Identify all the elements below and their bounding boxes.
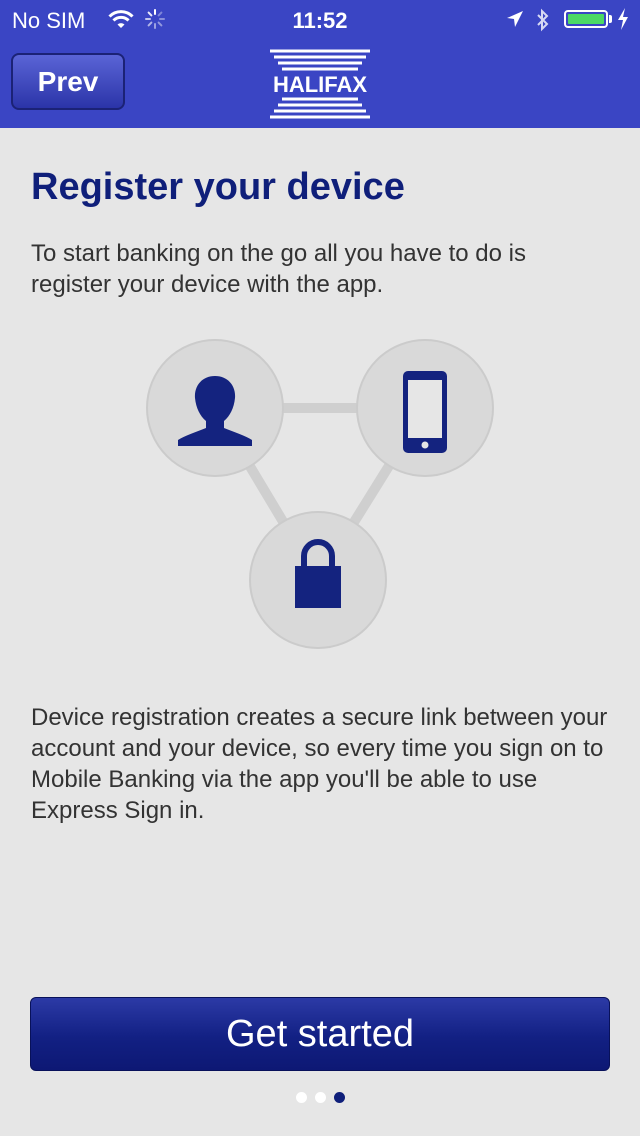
phone-icon xyxy=(403,371,447,453)
prev-button[interactable]: Prev xyxy=(11,53,125,110)
registration-diagram xyxy=(146,339,494,649)
location-arrow-icon xyxy=(505,8,525,36)
status-bar: No SIM 11:52 xyxy=(0,0,640,40)
halifax-logo: HALIFAX xyxy=(252,49,388,119)
bluetooth-icon xyxy=(534,8,552,38)
battery-tip xyxy=(609,15,612,23)
page-dot-1[interactable] xyxy=(295,1092,307,1103)
page-title: Register your device xyxy=(31,166,405,208)
charging-bolt-icon xyxy=(616,7,630,37)
top-bar: No SIM 11:52 Prev HALIFAX xyxy=(0,0,640,128)
page-dot-2[interactable] xyxy=(314,1092,326,1103)
page-indicator[interactable] xyxy=(0,1090,640,1108)
description-text: Device registration creates a secure lin… xyxy=(31,704,608,824)
get-started-button[interactable]: Get started xyxy=(30,997,610,1071)
logo-text: HALIFAX xyxy=(273,72,367,97)
intro-text: To start banking on the go all you have … xyxy=(31,240,526,298)
battery-icon xyxy=(564,10,608,28)
page-dot-3[interactable] xyxy=(333,1092,345,1103)
